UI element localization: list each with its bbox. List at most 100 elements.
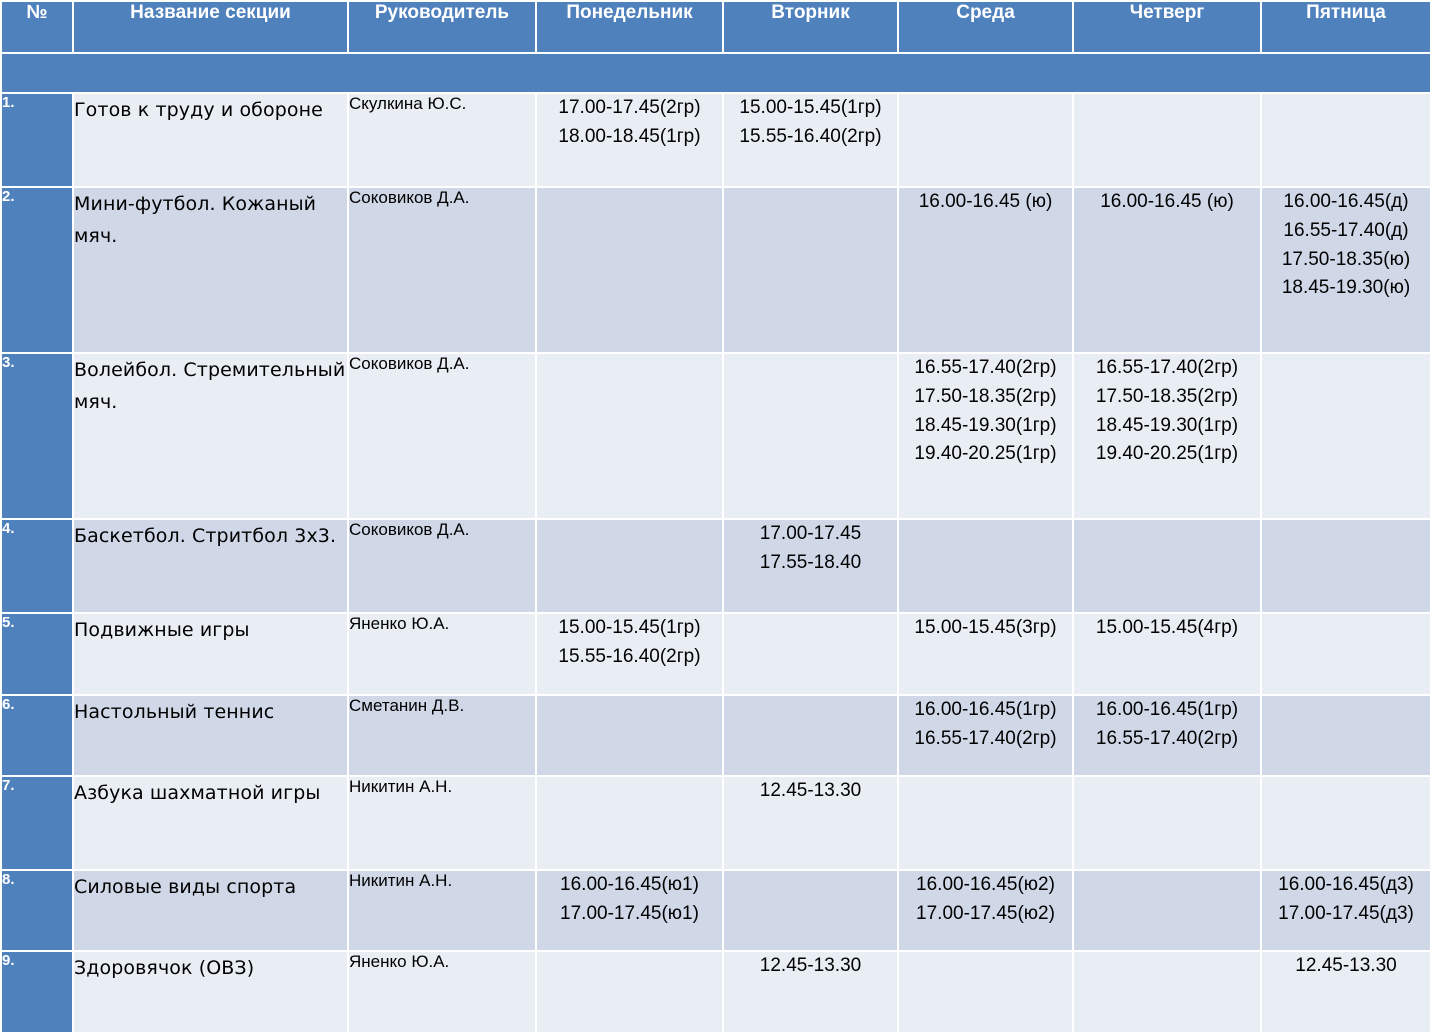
time-slot: 12.45-13.30: [759, 780, 862, 801]
section-leader: Яненко Ю.А.: [347, 612, 537, 696]
schedule-cell-monday: [535, 775, 724, 871]
section-name: Здоровячок (ОВЗ): [72, 950, 349, 1034]
time-slot: 17.50-18.35(2гр): [914, 385, 1057, 407]
section-leader: Яненко Ю.А.: [347, 950, 537, 1034]
table-row: 6. Настольный теннис Сметанин Д.В. 16.00-16…: [0, 694, 1430, 777]
col-header-wednesday: Среда: [897, 0, 1074, 54]
table-row: 5. Подвижные игры Яненко Ю.А. 15.00-15.45(1…: [0, 612, 1430, 696]
schedule-cell-friday: [1260, 92, 1430, 188]
time-slot: 17.00-17.45(ю1): [560, 902, 699, 924]
schedule-cell-wednesday: [897, 950, 1074, 1034]
section-leader: Никитин А.Н.: [347, 775, 537, 871]
schedule-cell-monday: 15.00-15.45(1гр) 15.55-16.40(2гр): [535, 612, 724, 696]
section-name: Баскетбол. Стритбол 3х3.: [72, 518, 349, 614]
table-row: 1. Готов к труду и обороне Скулкина Ю.С. 17…: [0, 92, 1430, 188]
time-slot: 16.00-16.45(1гр): [914, 699, 1057, 720]
schedule-cell-monday: [535, 694, 724, 777]
section-leader: Соковиков Д.А.: [347, 186, 537, 354]
section-leader: Скулкина Ю.С.: [347, 92, 537, 188]
schedule-cell-friday: [1260, 352, 1430, 520]
schedule-cell-wednesday: 16.00-16.45(1гр) 16.55-17.40(2гр): [897, 694, 1074, 777]
schedule-cell-thursday: [1072, 869, 1262, 952]
schedule-cell-thursday: 16.00-16.45(1гр) 16.55-17.40(2гр): [1072, 694, 1262, 777]
section-name: Волейбол. Стремительный мяч.: [72, 352, 349, 520]
time-slot: 16.55-17.40(2гр): [1095, 727, 1239, 749]
schedule-cell-tuesday: [722, 352, 899, 520]
schedule-cell-wednesday: 16.00-16.45(ю2) 17.00-17.45(ю2): [897, 869, 1074, 952]
schedule-table: № Название секции Руководитель Понедельн…: [0, 0, 1430, 1034]
schedule-cell-monday: 16.00-16.45(ю1) 17.00-17.45(ю1): [535, 869, 724, 952]
row-number: 6.: [0, 694, 74, 777]
time-slot: 16.00-16.45 (ю): [918, 191, 1053, 212]
time-slot: 17.00-17.45(ю2): [916, 902, 1055, 924]
time-slot: 16.55-17.40(2гр): [914, 727, 1057, 749]
schedule-cell-wednesday: [897, 92, 1074, 188]
header-row: № Название секции Руководитель Понедельн…: [0, 0, 1430, 54]
time-slot: 16.00-16.45(ю1): [560, 874, 699, 895]
time-slot: 16.55-17.40(д): [1283, 219, 1409, 241]
time-slot: 17.50-18.35(ю): [1281, 248, 1411, 270]
time-slot: 16.55-17.40(2гр): [914, 357, 1057, 378]
col-header-thursday: Четверг: [1072, 0, 1262, 54]
time-slot: 15.55-16.40(2гр): [558, 645, 701, 667]
row-number: 4.: [0, 518, 74, 614]
time-slot: 15.00-15.45(1гр): [558, 617, 701, 638]
schedule-cell-tuesday: [722, 694, 899, 777]
schedule-cell-thursday: 16.00-16.45 (ю): [1072, 186, 1262, 354]
schedule-cell-tuesday: [722, 869, 899, 952]
time-slot: 18.45-19.30(1гр): [914, 414, 1057, 436]
schedule-cell-tuesday: 12.45-13.30: [722, 775, 899, 871]
schedule-cell-thursday: [1072, 775, 1262, 871]
schedule-cell-friday: 16.00-16.45(д) 16.55-17.40(д) 17.50-18.35(…: [1260, 186, 1430, 354]
section-name: Силовые виды спорта: [72, 869, 349, 952]
section-name: Мини-футбол. Кожаный мяч.: [72, 186, 349, 354]
time-slot: 12.45-13.30: [1295, 955, 1397, 976]
schedule-cell-tuesday: 17.00-17.45 17.55-18.40: [722, 518, 899, 614]
time-slot: 18.45-19.30(1гр): [1095, 414, 1239, 436]
schedule-cell-wednesday: 16.00-16.45 (ю): [897, 186, 1074, 354]
schedule-cell-monday: [535, 950, 724, 1034]
table-row: 4. Баскетбол. Стритбол 3х3. Соковиков Д.А.…: [0, 518, 1430, 614]
time-slot: 17.50-18.35(2гр): [1095, 385, 1239, 407]
col-header-tuesday: Вторник: [722, 0, 899, 54]
schedule-cell-thursday: 16.55-17.40(2гр) 17.50-18.35(2гр) 18.45-19…: [1072, 352, 1262, 520]
schedule-cell-wednesday: [897, 518, 1074, 614]
time-slot: 15.00-15.45(4гр): [1095, 617, 1239, 638]
table-row: 3. Волейбол. Стремительный мяч. Соковиков …: [0, 352, 1430, 520]
schedule-cell-friday: 12.45-13.30: [1260, 950, 1430, 1034]
schedule-cell-wednesday: [897, 775, 1074, 871]
schedule-body: 1. Готов к труду и обороне Скулкина Ю.С. 17…: [0, 52, 1430, 1034]
table-row: 7. Азбука шахматной игры Никитин А.Н. 12.45…: [0, 775, 1430, 871]
col-header-monday: Понедельник: [535, 0, 724, 54]
time-slot: 16.00-16.45(д): [1283, 191, 1409, 212]
time-slot: 16.55-17.40(2гр): [1095, 357, 1239, 378]
schedule-cell-friday: [1260, 518, 1430, 614]
time-slot: 18.45-19.30(ю): [1281, 277, 1411, 299]
table-row: 9. Здоровячок (ОВЗ) Яненко Ю.А. 12.45-13.30…: [0, 950, 1430, 1034]
row-number: 3.: [0, 352, 74, 520]
schedule-cell-thursday: 15.00-15.45(4гр): [1072, 612, 1262, 696]
schedule-cell-tuesday: [722, 186, 899, 354]
section-name: Готов к труду и обороне: [72, 92, 349, 188]
row-number: 7.: [0, 775, 74, 871]
schedule-cell-thursday: [1072, 950, 1262, 1034]
time-slot: 12.45-13.30: [759, 955, 862, 976]
time-slot: 16.00-16.45 (ю): [1100, 191, 1234, 212]
schedule-cell-thursday: [1072, 518, 1262, 614]
header-band: [0, 52, 1430, 94]
time-slot: 18.00-18.45(1гр): [558, 125, 701, 147]
section-name: Подвижные игры: [72, 612, 349, 696]
row-number: 8.: [0, 869, 74, 952]
schedule-cell-tuesday: [722, 612, 899, 696]
time-slot: 19.40-20.25(1гр): [1095, 443, 1239, 465]
section-leader: Никитин А.Н.: [347, 869, 537, 952]
section-name: Азбука шахматной игры: [72, 775, 349, 871]
time-slot: 19.40-20.25(1гр): [914, 443, 1057, 465]
col-header-number: №: [0, 0, 74, 54]
time-slot: 15.55-16.40(2гр): [739, 125, 882, 147]
col-header-leader: Руководитель: [347, 0, 537, 54]
time-slot: 17.00-17.45: [759, 523, 862, 544]
schedule-cell-monday: [535, 518, 724, 614]
time-slot: 17.00-17.45(2гр): [558, 97, 701, 118]
schedule-cell-monday: [535, 186, 724, 354]
